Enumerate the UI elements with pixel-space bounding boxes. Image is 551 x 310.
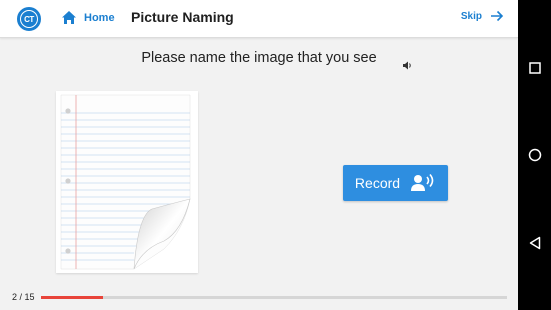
- circle-icon: [528, 148, 541, 161]
- prompt-text: Please name the image that you see: [141, 50, 377, 66]
- progress-track: [41, 296, 507, 299]
- speaker-icon[interactable]: [402, 60, 413, 71]
- recents-button[interactable]: [518, 51, 551, 84]
- header: CT Home Picture Naming Skip: [0, 0, 518, 38]
- android-nav-bar: [518, 0, 551, 310]
- arrow-right-icon: [491, 10, 504, 22]
- progress-fill: [41, 296, 104, 299]
- page-title: Picture Naming: [131, 9, 234, 25]
- back-button[interactable]: [518, 226, 551, 259]
- triangle-back-icon: [529, 236, 540, 249]
- skip-label: Skip: [460, 10, 482, 22]
- app: CT Home Picture Naming Skip Please name …: [0, 0, 518, 310]
- progress-counter: 2 / 15: [12, 292, 35, 302]
- skip-button[interactable]: Skip: [461, 9, 504, 23]
- home-icon: [62, 11, 76, 24]
- home-button[interactable]: Home: [61, 9, 115, 27]
- notebook-paper-image: [60, 94, 191, 270]
- square-icon: [528, 61, 541, 74]
- logo-text: CT: [20, 10, 38, 28]
- record-button[interactable]: Record: [343, 165, 448, 201]
- voice-icon: [411, 173, 434, 191]
- picture-card: [56, 91, 198, 273]
- record-label: Record: [354, 175, 401, 191]
- logo: CT: [17, 7, 41, 31]
- home-label: Home: [84, 12, 115, 24]
- home-nav-button[interactable]: [518, 138, 551, 171]
